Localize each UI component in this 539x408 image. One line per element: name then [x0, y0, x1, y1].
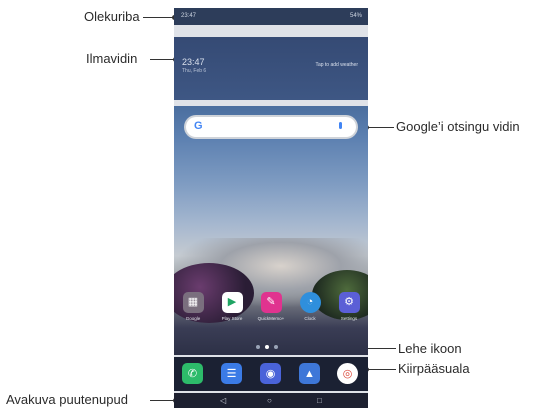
status-battery: 54% [349, 13, 362, 19]
google-folder-icon: ▦ [182, 292, 204, 313]
weather-widget[interactable]: 23:47 Thu, Feb 6 Tap to add weather [174, 37, 368, 106]
app-google[interactable]: ▦ Google [176, 292, 210, 321]
page-dot [256, 345, 260, 349]
google-logo-icon: G [194, 120, 203, 132]
callout-quick-access: Kiirpääsuala [398, 361, 470, 376]
status-time: 23:47 [181, 13, 197, 19]
chrome-icon[interactable]: ◎ [337, 363, 358, 384]
quickmemo-icon: ✎ [260, 292, 282, 313]
separator [174, 25, 368, 37]
clock-icon: ◔ [299, 292, 321, 313]
app-label: QuickMemo+ [257, 316, 285, 321]
app-play-store[interactable]: ▶ Play Store [215, 292, 249, 321]
weather-date: Thu, Feb 6 [182, 68, 207, 74]
page-dot-active [265, 345, 269, 349]
navigation-bar: ◁ ○ □ [174, 393, 368, 408]
phone-icon[interactable]: ✆ [182, 363, 203, 384]
page-dot [274, 345, 278, 349]
microphone-icon[interactable] [339, 122, 342, 129]
callout-page-icon: Lehe ikoon [398, 341, 462, 356]
app-clock[interactable]: ◔ Clock [293, 292, 327, 321]
app-label: Play Store [221, 316, 243, 321]
camera-icon[interactable]: ◉ [260, 363, 281, 384]
back-button[interactable]: ◁ [220, 393, 226, 408]
app-quickmemo[interactable]: ✎ QuickMemo+ [254, 292, 288, 321]
callout-google-search: Google’i otsingu vidin [396, 119, 520, 134]
google-search-widget[interactable]: G [186, 117, 356, 137]
page-indicator[interactable] [256, 345, 286, 351]
status-bar: 23:47 54% [174, 8, 368, 25]
callout-status-bar-line [143, 17, 175, 18]
app-label: Google [185, 316, 201, 321]
app-label: Settings [340, 316, 358, 321]
callout-quick-access-line [366, 369, 396, 370]
recents-button[interactable]: □ [317, 393, 322, 408]
app-settings[interactable]: ⚙ Settings [332, 292, 366, 321]
callout-home-touch-buttons: Avakuva puutenupud [6, 392, 128, 407]
messages-icon[interactable]: ☰ [221, 363, 242, 384]
play-store-icon: ▶ [221, 292, 243, 313]
weather-hint: Tap to add weather [315, 62, 358, 68]
app-grid: ▦ Google ▶ Play Store ✎ QuickMemo+ ◔ Clo… [174, 292, 368, 336]
callout-status-bar: Olekuriba [84, 9, 140, 24]
gallery-icon[interactable]: ▲ [299, 363, 320, 384]
app-label: Clock [304, 316, 316, 321]
callout-google-search-line [366, 127, 394, 128]
quick-access-dock: ✆ ☰ ◉ ▲ ◎ [174, 355, 368, 393]
settings-icon: ⚙ [338, 292, 360, 313]
home-button[interactable]: ○ [267, 393, 272, 408]
weather-clock: 23:47 [182, 57, 205, 67]
phone-home-screen: 23:47 54% 23:47 Thu, Feb 6 Tap to add we… [174, 8, 368, 408]
callout-weather-widget: Ilmavidin [86, 51, 138, 66]
